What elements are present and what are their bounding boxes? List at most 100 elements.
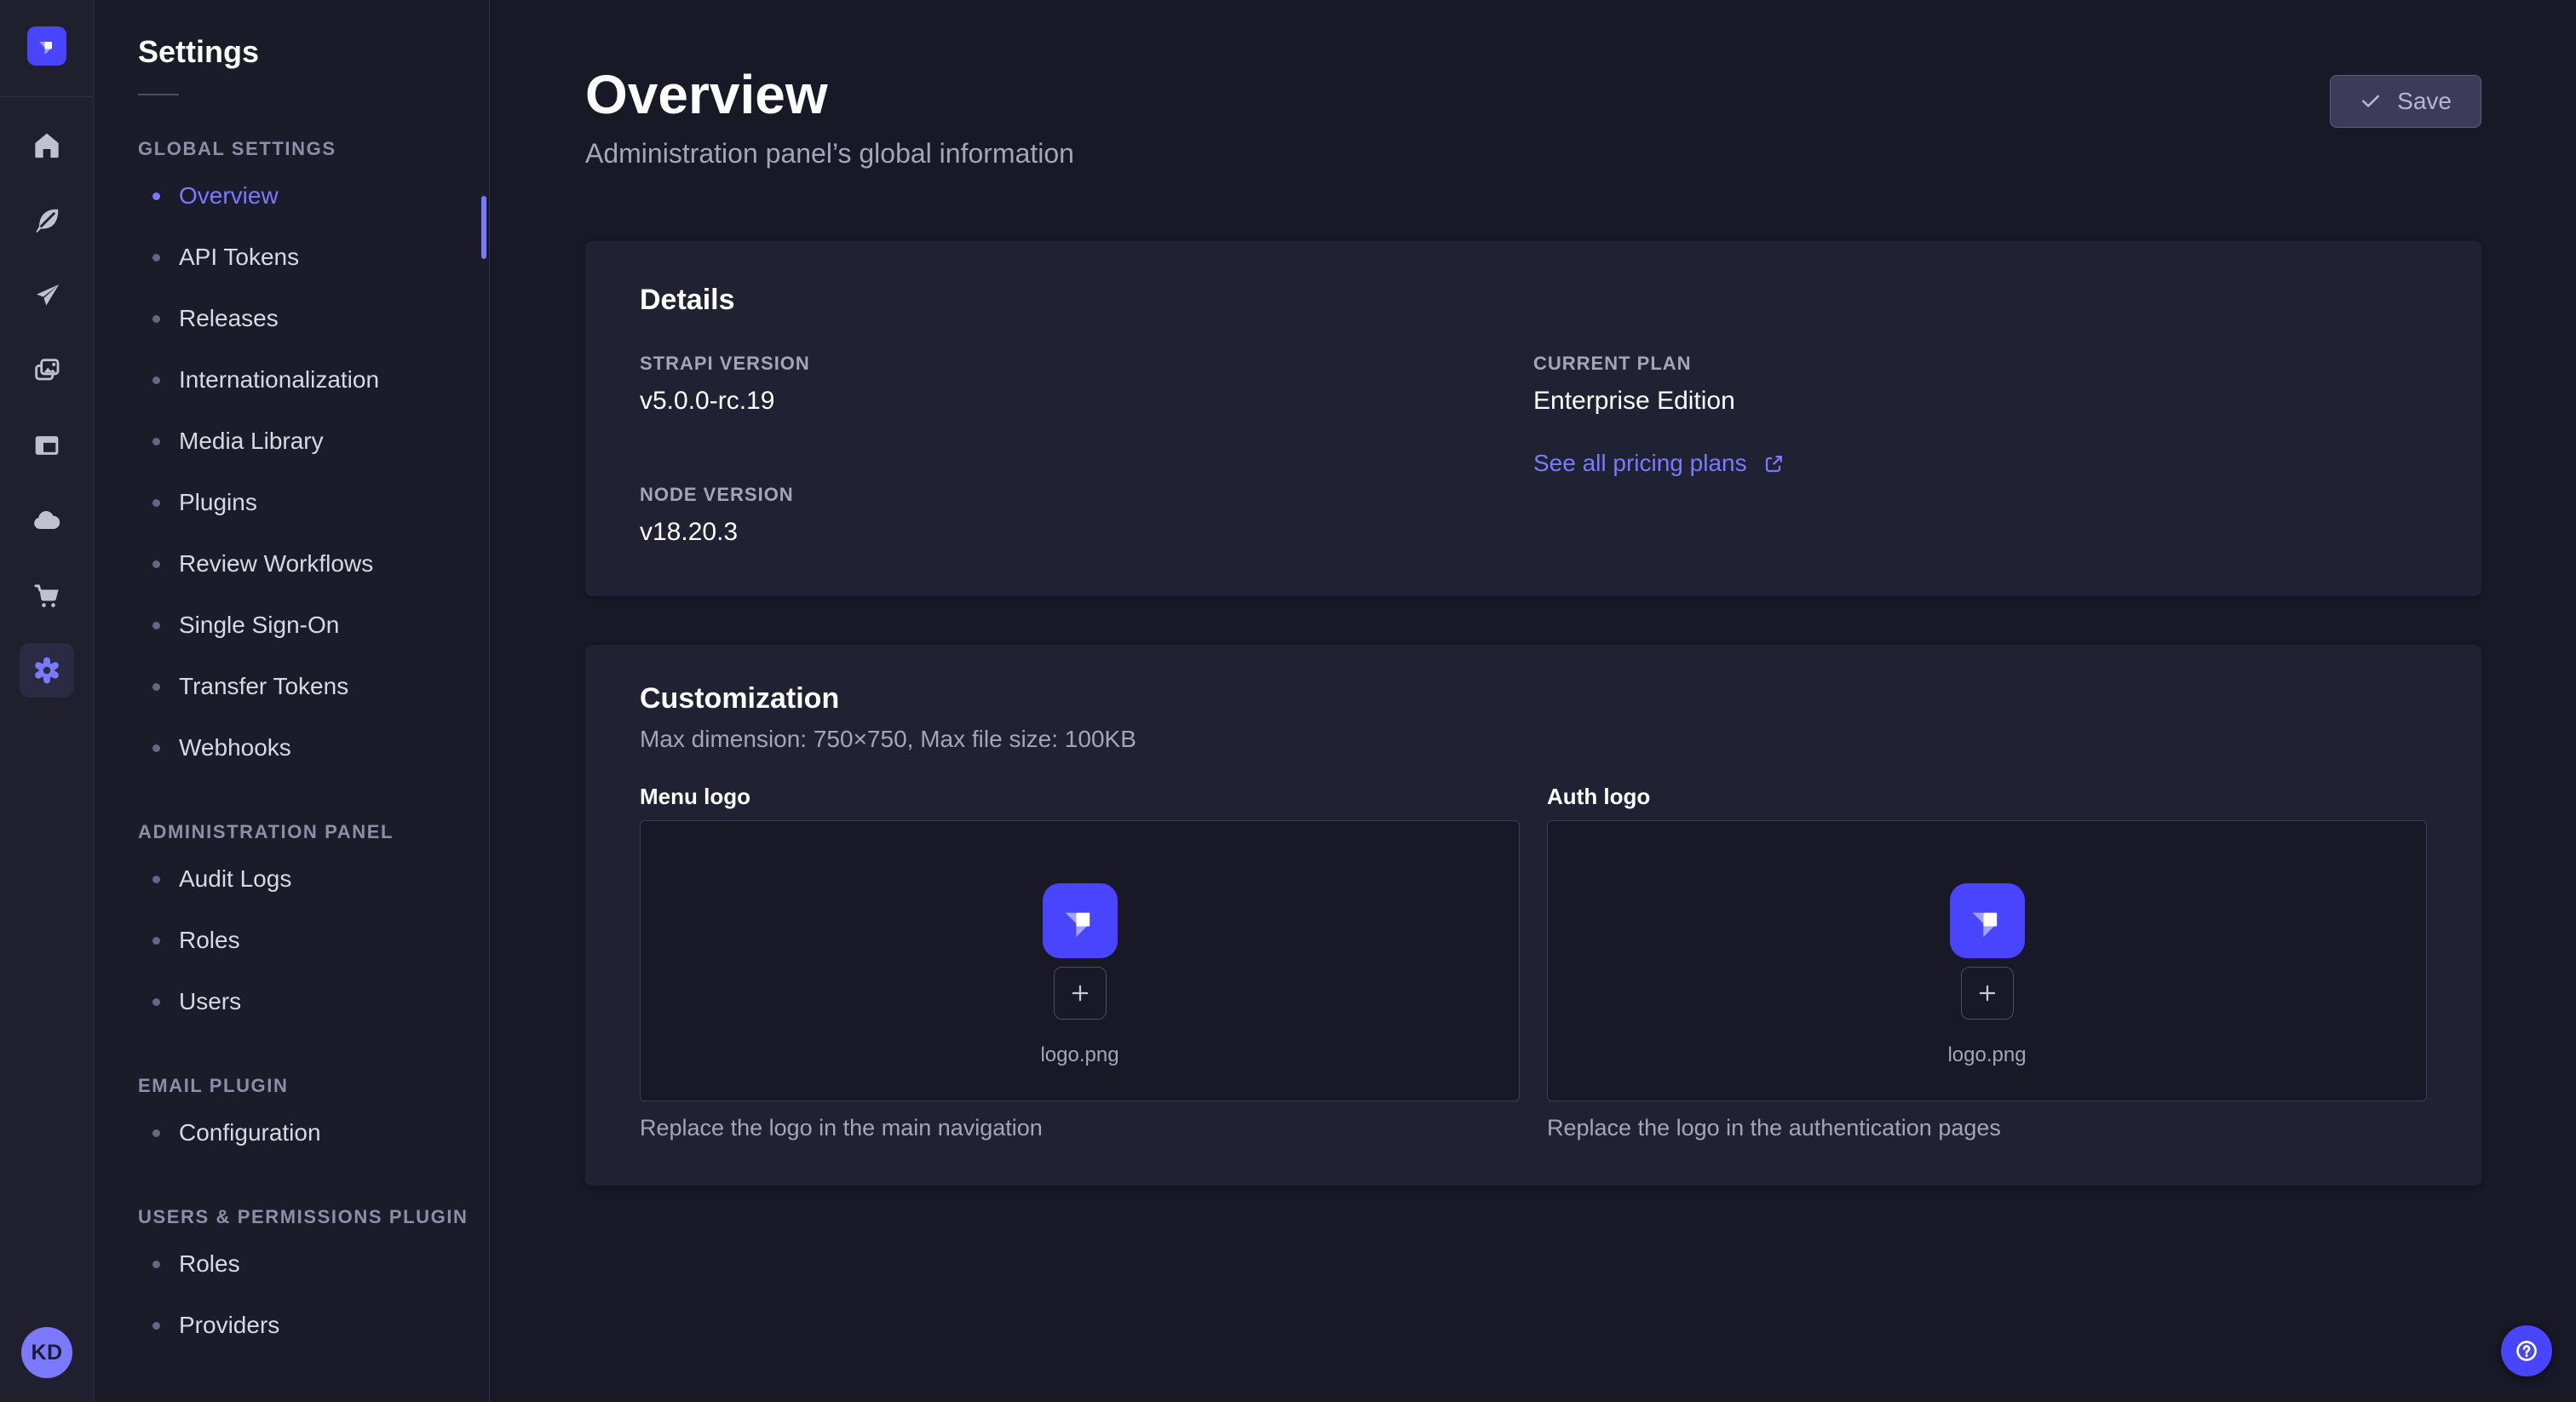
sidebar-item-plugins[interactable]: Plugins xyxy=(94,472,489,533)
bullet-icon xyxy=(152,560,160,568)
nav-marketplace[interactable] xyxy=(0,558,94,633)
current-plan-field: Current plan Enterprise Edition xyxy=(1533,353,2427,416)
send-icon xyxy=(30,279,64,313)
sidebar-item-api-tokens[interactable]: API Tokens xyxy=(94,227,489,288)
gear-icon xyxy=(31,654,63,687)
strapi-logo-icon xyxy=(34,33,60,59)
sidebar-item-releases[interactable]: Releases xyxy=(94,288,489,349)
nav-home[interactable] xyxy=(0,108,94,183)
sidebar-item-transfer-tokens[interactable]: Transfer Tokens xyxy=(94,656,489,717)
settings-subnav: Settings Global settings Overview API To… xyxy=(94,0,490,1402)
sidebar-item-audit-logs[interactable]: Audit Logs xyxy=(94,848,489,910)
bullet-icon xyxy=(152,315,160,323)
bullet-icon xyxy=(152,438,160,445)
bullet-icon xyxy=(152,192,160,200)
bullet-icon xyxy=(152,1129,160,1137)
nav-media-library[interactable] xyxy=(0,333,94,408)
pricing-plans-link[interactable]: See all pricing plans xyxy=(1533,450,1785,477)
bullet-icon xyxy=(152,876,160,883)
cloud-icon xyxy=(30,503,64,537)
sidebar-item-admin-roles[interactable]: Roles xyxy=(94,910,489,971)
details-card-title: Details xyxy=(640,284,2427,317)
node-version-label: Node version xyxy=(640,484,1533,506)
cart-icon xyxy=(30,578,64,612)
sidebar-item-email-configuration[interactable]: Configuration xyxy=(94,1102,489,1164)
node-version-field: Node version v18.20.3 xyxy=(640,484,1533,547)
bullet-icon xyxy=(152,254,160,261)
check-icon xyxy=(2360,90,2382,112)
nav-releases[interactable] xyxy=(0,258,94,333)
customization-subtitle: Max dimension: 750×750, Max file size: 1… xyxy=(640,726,2427,753)
bullet-icon xyxy=(152,499,160,507)
subnav-title-divider xyxy=(138,94,179,95)
menu-logo-dropzone[interactable]: logo.png xyxy=(640,820,1520,1101)
strapi-version-field: Strapi version v5.0.0-rc.19 xyxy=(640,353,1533,416)
strapi-logo[interactable] xyxy=(27,26,66,66)
bullet-icon xyxy=(152,622,160,629)
layout-icon xyxy=(30,428,64,463)
bullet-icon xyxy=(152,376,160,384)
customization-card: Customization Max dimension: 750×750, Ma… xyxy=(585,645,2481,1186)
feather-icon xyxy=(30,204,64,238)
bullet-icon xyxy=(152,1261,160,1268)
sidebar-item-single-sign-on[interactable]: Single Sign-On xyxy=(94,595,489,656)
media-library-icon xyxy=(30,353,64,388)
menu-logo-caption: Replace the logo in the main navigation xyxy=(640,1115,1520,1141)
auth-logo-caption: Replace the logo in the authentication p… xyxy=(1547,1115,2427,1141)
strapi-logo-icon xyxy=(1964,897,2011,945)
page-subtitle: Administration panel’s global informatio… xyxy=(585,138,1074,170)
section-label-administration-panel: Administration panel xyxy=(138,821,489,843)
nav-deploy[interactable] xyxy=(0,483,94,558)
menu-logo-label: Menu logo xyxy=(640,784,1520,810)
auth-logo-group: Auth logo logo.png xyxy=(1547,784,2427,1141)
auth-logo-dropzone[interactable]: logo.png xyxy=(1547,820,2427,1101)
section-label-global-settings: Global settings xyxy=(138,138,489,160)
bullet-icon xyxy=(152,937,160,945)
sidebar-item-internationalization[interactable]: Internationalization xyxy=(94,349,489,411)
node-version-value: v18.20.3 xyxy=(640,518,1533,547)
menu-logo-add-button[interactable] xyxy=(1054,967,1107,1020)
auth-logo-label: Auth logo xyxy=(1547,784,2427,810)
bullet-icon xyxy=(152,683,160,691)
subnav-title: Settings xyxy=(138,34,489,70)
sidebar-item-admin-users[interactable]: Users xyxy=(94,971,489,1032)
current-plan-label: Current plan xyxy=(1533,353,2427,375)
sidebar-item-media-library[interactable]: Media Library xyxy=(94,411,489,472)
external-link-icon xyxy=(1762,452,1785,475)
auth-logo-add-button[interactable] xyxy=(1961,967,2014,1020)
page-title: Overview xyxy=(585,65,1074,124)
bullet-icon xyxy=(152,744,160,752)
help-button[interactable] xyxy=(2501,1325,2552,1376)
question-mark-icon xyxy=(2512,1336,2541,1365)
main-content: Overview Administration panel’s global i… xyxy=(490,0,2576,1402)
strapi-version-label: Strapi version xyxy=(640,353,1533,375)
current-plan-value: Enterprise Edition xyxy=(1533,387,2427,416)
auth-logo-filename: logo.png xyxy=(1947,1043,2026,1067)
sidebar-item-up-roles[interactable]: Roles xyxy=(94,1233,489,1295)
section-label-email-plugin: Email plugin xyxy=(138,1075,489,1097)
settings-active-tile xyxy=(20,643,74,698)
nav-content-manager[interactable] xyxy=(0,183,94,258)
sidebar-item-up-providers[interactable]: Providers xyxy=(94,1295,489,1356)
nav-content-type-builder[interactable] xyxy=(0,408,94,483)
page-header: Overview Administration panel’s global i… xyxy=(585,65,2481,170)
menu-logo-preview xyxy=(1043,883,1118,958)
bullet-icon xyxy=(152,998,160,1006)
save-button[interactable]: Save xyxy=(2330,75,2481,128)
sidebar-item-review-workflows[interactable]: Review Workflows xyxy=(94,533,489,595)
plus-icon xyxy=(1067,980,1093,1006)
user-avatar[interactable]: KD xyxy=(21,1327,72,1378)
sidebar-item-overview[interactable]: Overview xyxy=(94,165,489,227)
menu-logo-filename: logo.png xyxy=(1040,1043,1118,1067)
sidebar-item-webhooks[interactable]: Webhooks xyxy=(94,717,489,779)
subnav-scrollbar-thumb[interactable] xyxy=(481,196,486,259)
strapi-logo-icon xyxy=(1056,897,1104,945)
home-icon xyxy=(30,129,64,163)
nav-settings[interactable] xyxy=(0,633,94,708)
bullet-icon xyxy=(152,1322,160,1330)
menu-logo-group: Menu logo logo.png xyxy=(640,784,1520,1141)
auth-logo-preview xyxy=(1950,883,2025,958)
section-label-users-permissions-plugin: Users & Permissions plugin xyxy=(138,1206,489,1228)
plus-icon xyxy=(1975,980,2000,1006)
details-card: Details Strapi version v5.0.0-rc.19 Node… xyxy=(585,241,2481,596)
